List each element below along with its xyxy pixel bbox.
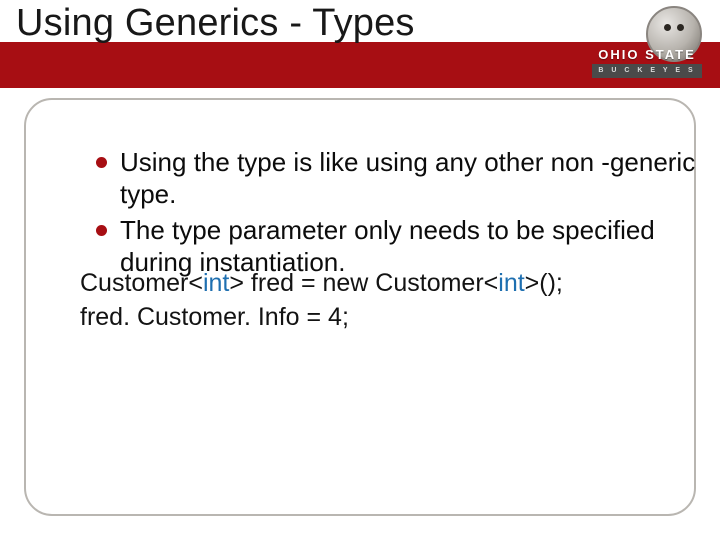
bullet-list: Using the type is like using any other n… xyxy=(56,146,716,282)
code-line: Customer<int> fred = new Customer<int>()… xyxy=(80,266,680,300)
code-text: >(); xyxy=(525,269,563,297)
slide-title: Using Generics - Types xyxy=(16,2,415,45)
logo-primary-text: OHIO STATE xyxy=(592,48,702,62)
logo-secondary-text: B U C K E Y E S xyxy=(592,64,702,78)
keyword-int: int xyxy=(498,269,524,297)
bullet-item: Using the type is like using any other n… xyxy=(96,146,716,210)
ohio-state-logo: OHIO STATE B U C K E Y E S xyxy=(592,6,702,84)
code-text: Customer< xyxy=(80,269,203,297)
code-block: Customer<int> fred = new Customer<int>()… xyxy=(80,266,680,334)
keyword-int: int xyxy=(203,269,229,297)
code-text: > fred = new Customer< xyxy=(229,269,498,297)
code-line: fred. Customer. Info = 4; xyxy=(80,300,680,334)
slide: Using Generics - Types OHIO STATE B U C … xyxy=(0,0,720,540)
